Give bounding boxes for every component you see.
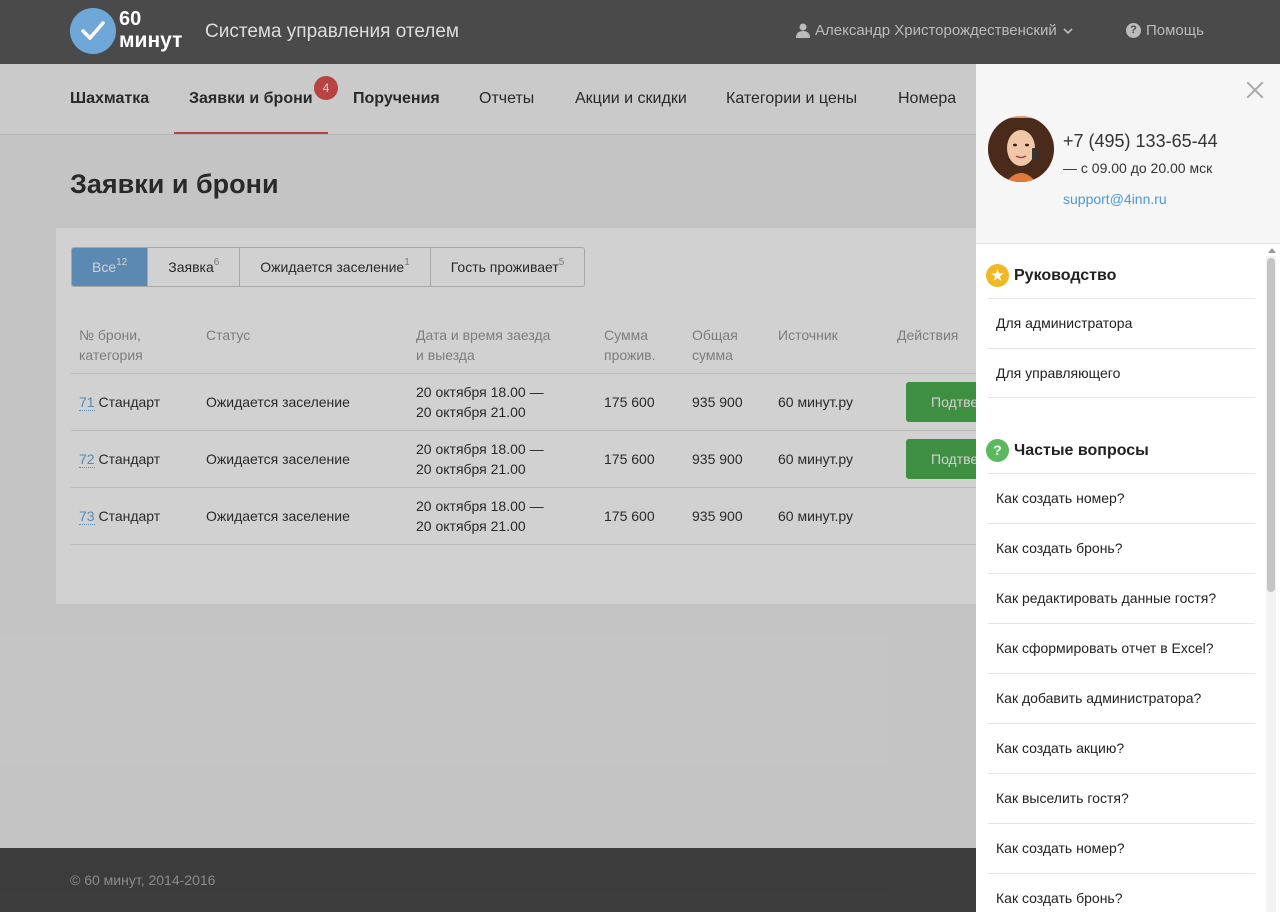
chevron-down-icon — [1063, 27, 1073, 34]
star-icon: ★ — [986, 264, 1009, 287]
close-icon[interactable] — [1246, 81, 1264, 99]
logo-text[interactable]: 60 минут — [119, 8, 183, 52]
faq-item[interactable]: Как создать акцию? — [988, 723, 1255, 773]
faq-item[interactable]: Как создать бронь? — [988, 523, 1255, 573]
faq-item[interactable]: Как сформировать отчет в Excel? — [988, 623, 1255, 673]
user-icon — [796, 23, 810, 38]
user-name: Александр Христорождественский — [815, 22, 1057, 39]
guide-title: Руководство — [1014, 266, 1117, 284]
faq-title: Частые вопросы — [1014, 441, 1149, 459]
help-link[interactable]: ? Помощь — [1126, 22, 1204, 39]
guide-item-admin[interactable]: Для администратора — [988, 298, 1255, 348]
support-avatar — [988, 116, 1054, 182]
logo-check-icon[interactable] — [70, 8, 116, 54]
guide-section-header: ★ Руководство — [986, 264, 1116, 287]
support-phone: +7 (495) 133-65-44 — [1063, 131, 1218, 151]
scroll-up-arrow[interactable] — [1268, 248, 1276, 253]
logo-line2: минут — [119, 29, 183, 52]
guide-item-manager[interactable]: Для управляющего — [988, 348, 1255, 398]
logo-line1: 60 — [119, 8, 142, 30]
help-panel: +7 (495) 133-65-44 — с 09.00 до 20.00 мс… — [976, 64, 1280, 912]
faq-item[interactable]: Как редактировать данные гостя? — [988, 573, 1255, 623]
help-label: Помощь — [1146, 22, 1204, 39]
faq-item[interactable]: Как создать номер? — [988, 823, 1255, 873]
faq-section-header: ? Частые вопросы — [986, 439, 1149, 462]
support-email-link[interactable]: support@4inn.ru — [1063, 191, 1167, 207]
faq-item[interactable]: Как создать бронь? — [988, 873, 1255, 912]
faq-item[interactable]: Как создать номер? — [988, 473, 1255, 523]
faq-item[interactable]: Как добавить администратора? — [988, 673, 1255, 723]
question-icon: ? — [986, 439, 1009, 462]
help-icon: ? — [1126, 23, 1141, 38]
scrollbar-thumb[interactable] — [1267, 258, 1275, 592]
top-bar: 60 минут Система управления отелем Алекс… — [0, 0, 1280, 64]
user-menu[interactable]: Александр Христорождественский — [796, 22, 1074, 39]
app-title: Система управления отелем — [205, 21, 459, 42]
panel-scrollbar[interactable] — [1266, 256, 1276, 912]
faq-item[interactable]: Как выселить гостя? — [988, 773, 1255, 823]
support-contact-block: +7 (495) 133-65-44 — с 09.00 до 20.00 мс… — [976, 64, 1280, 244]
support-hours: — с 09.00 до 20.00 мск — [1063, 160, 1213, 176]
modal-backdrop[interactable] — [0, 64, 976, 912]
